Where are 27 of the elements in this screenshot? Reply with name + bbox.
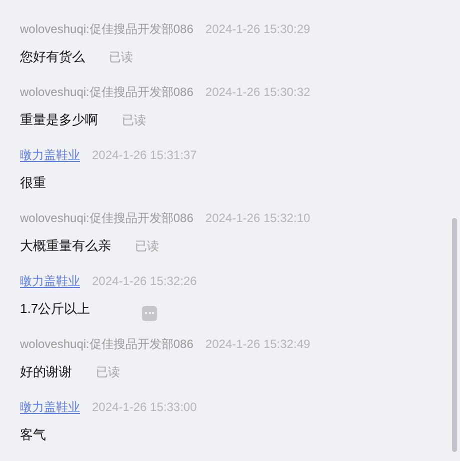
message-text: 重量是多少啊 <box>20 111 98 130</box>
sender-name: woloveshuqi:促佳搜品开发部086 <box>20 84 194 100</box>
message-text: 好的谢谢 <box>20 363 72 382</box>
message-time: 2024-1-26 15:30:29 <box>205 21 310 37</box>
read-status: 已读 <box>135 238 159 255</box>
message-text: 您好有货么 <box>20 48 85 66</box>
read-status: 已读 <box>122 112 146 129</box>
sender-name: woloveshuqi:促佳搜品开发部086 <box>20 336 194 352</box>
read-status: 已读 <box>96 364 120 381</box>
sender-name[interactable]: 暾力盖鞋业 <box>20 273 80 289</box>
sender-name[interactable]: 暾力盖鞋业 <box>20 147 80 163</box>
message-time: 2024-1-26 15:32:26 <box>92 273 197 289</box>
message-text: 很重 <box>20 174 46 192</box>
message-time: 2024-1-26 15:30:32 <box>205 84 310 100</box>
more-button[interactable] <box>142 306 158 320</box>
message-text: 大概重量有么亲 <box>20 237 111 256</box>
message-text: 1.7公斤以上 <box>20 300 90 318</box>
message-text: 客气 <box>20 426 46 444</box>
scrollbar-thumb[interactable] <box>452 218 457 452</box>
message-time: 2024-1-26 15:31:37 <box>92 147 197 163</box>
read-status: 已读 <box>109 49 133 66</box>
message-time: 2024-1-26 15:32:49 <box>205 336 310 352</box>
sender-name[interactable]: 暾力盖鞋业 <box>20 399 80 415</box>
sender-name: woloveshuqi:促佳搜品开发部086 <box>20 210 194 226</box>
message-time: 2024-1-26 15:33:00 <box>92 399 197 415</box>
message-time: 2024-1-26 15:32:10 <box>205 210 310 226</box>
sender-name: woloveshuqi:促佳搜品开发部086 <box>20 21 194 37</box>
